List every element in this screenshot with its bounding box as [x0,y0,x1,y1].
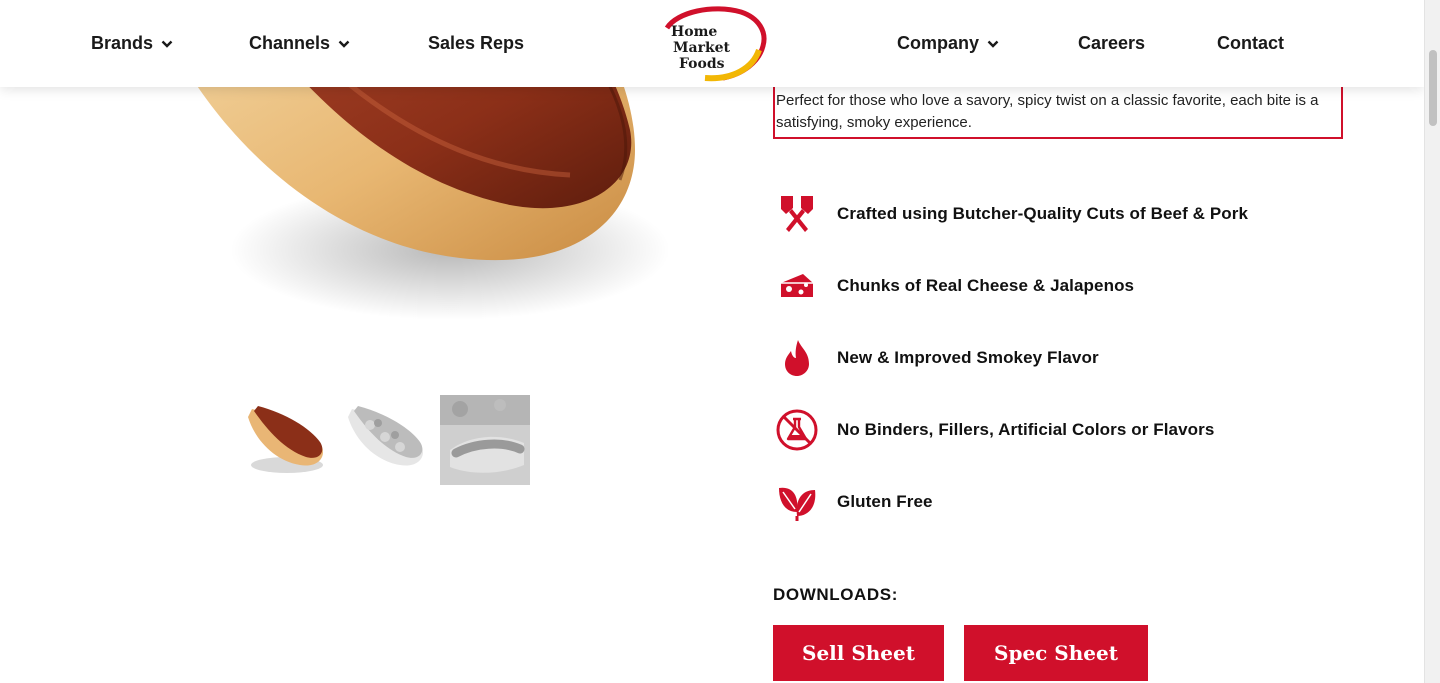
nav-channels-label: Channels [249,33,331,53]
feature-item: New & Improved Smokey Flavor [773,334,1393,382]
nav-company[interactable]: Company [897,0,999,87]
no-additives-icon [773,406,821,454]
spec-sheet-button[interactable]: Spec Sheet [964,625,1148,681]
page-scrollbar[interactable] [1424,0,1440,683]
thumbnail-1[interactable] [240,395,330,485]
logo-line-1: Home [671,24,717,40]
nav-careers-label: Careers [1078,33,1146,53]
feature-item: Crafted using Butcher-Quality Cuts of Be… [773,190,1393,238]
site-header: Brands Channels Sales Reps Home Market F… [0,0,1424,87]
thumbnail-2[interactable] [340,395,430,485]
logo-line-3: Foods [679,56,725,72]
home-market-foods-logo[interactable]: Home Market Foods [655,6,770,82]
cheese-icon [773,262,821,310]
chevron-down-icon [338,40,350,48]
cleaver-icon [773,190,821,238]
feature-item: No Binders, Fillers, Artificial Colors o… [773,406,1393,454]
nav-channels[interactable]: Channels [249,0,350,87]
nav-brands-label: Brands [91,33,154,53]
chevron-down-icon [161,40,173,48]
feature-label: Gluten Free [837,492,933,511]
nav-careers[interactable]: Careers [1078,0,1145,87]
feature-label: Chunks of Real Cheese & Jalapenos [837,276,1135,295]
chevron-down-icon [987,40,999,48]
feature-label: New & Improved Smokey Flavor [837,348,1099,367]
feature-item: Gluten Free [773,478,1393,526]
nav-contact[interactable]: Contact [1217,0,1284,87]
nav-company-label: Company [897,33,980,53]
nav-contact-label: Contact [1217,33,1284,53]
scrollbar-thumb[interactable] [1429,50,1437,126]
sell-sheet-button[interactable]: Sell Sheet [773,625,944,681]
nav-sales-reps-label: Sales Reps [428,33,525,53]
flame-icon [773,334,821,382]
page-content: Perfect for those who love a savory, spi… [0,0,1424,683]
product-thumbnails [240,395,530,485]
product-description: Perfect for those who love a savory, spi… [776,92,1319,131]
feature-item: Chunks of Real Cheese & Jalapenos [773,262,1393,310]
feature-label: No Binders, Fillers, Artificial Colors o… [837,420,1215,439]
logo-line-2: Market [673,40,731,56]
downloads-title: DOWNLOADS: [773,585,898,604]
feature-label: Crafted using Butcher-Quality Cuts of Be… [837,204,1249,223]
nav-sales-reps[interactable]: Sales Reps [428,0,524,87]
nav-brands[interactable]: Brands [91,0,173,87]
feature-list: Crafted using Butcher-Quality Cuts of Be… [773,190,1393,550]
thumbnail-3[interactable] [440,395,530,485]
leaf-icon [773,478,821,526]
